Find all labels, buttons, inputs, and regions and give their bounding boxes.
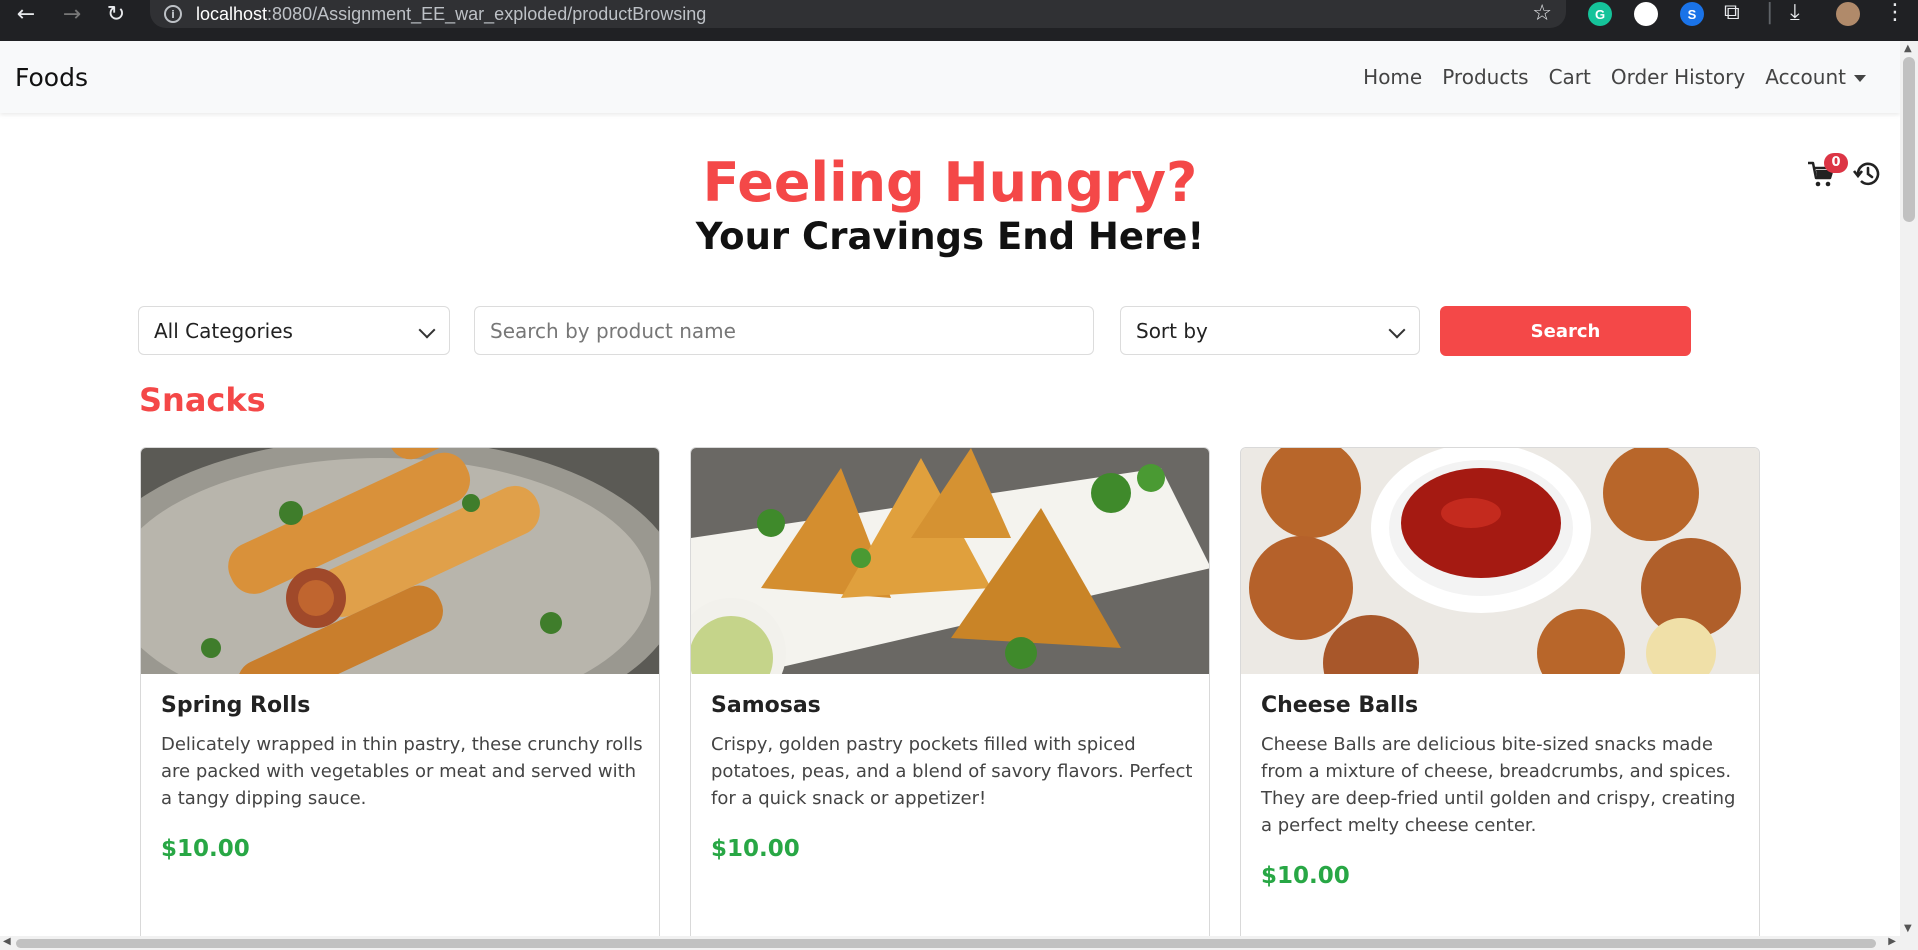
nav-link-cart[interactable]: Cart [1549,65,1591,89]
product-description: Cheese Balls are delicious bite-sized sn… [1261,734,1736,836]
chevron-down-icon [1388,321,1406,339]
toolbar-divider: | [1766,0,1774,25]
page-content: Foods Home Products Cart Order History A… [0,41,1900,936]
forward-icon[interactable]: → [54,0,90,28]
vertical-scrollbar[interactable]: ▲ ▼ [1900,41,1918,936]
back-icon[interactable]: ← [8,0,44,28]
avatar[interactable] [1836,2,1860,26]
sort-select-value: Sort by [1136,318,1208,343]
chevron-down-icon [418,321,436,339]
product-name: Samosas [711,693,821,718]
site-info-icon[interactable]: i [164,5,182,23]
brand-logo[interactable]: Foods [15,63,88,92]
product-description: Delicately wrapped in thin pastry, these… [161,734,643,809]
extensions-puzzle-icon[interactable]: ⧉ [1724,0,1740,25]
nav-links: Home Products Cart Order History Account [1363,65,1866,89]
search-placeholder: Search by product name [490,318,736,343]
reload-icon[interactable]: ↻ [98,0,134,28]
download-icon[interactable]: ⤓ [1790,0,1800,25]
account-label: Account [1765,65,1846,89]
horizontal-scroll-thumb[interactable] [16,939,1876,948]
sort-select[interactable]: Sort by [1120,306,1420,355]
product-card[interactable]: Samosas Crispy, golden pastry pockets fi… [690,447,1210,936]
product-image [141,448,659,674]
vertical-scroll-thumb[interactable] [1903,57,1915,222]
product-price: $10.00 [161,836,250,862]
search-button[interactable]: Search [1440,306,1691,356]
horizontal-scrollbar[interactable]: ◀ ▶ [0,936,1918,950]
more-menu-icon[interactable]: ⋮ [1884,0,1906,25]
browser-toolbar: ← → ↻ i localhost:8080/Assignment_EE_war… [0,0,1918,41]
search-input[interactable]: Search by product name [474,306,1094,355]
category-heading: Snacks [139,381,266,419]
bookmark-star-icon[interactable]: ☆ [1532,1,1552,26]
caret-down-icon [1854,75,1866,82]
product-price: $10.00 [1261,863,1350,889]
account-dropdown[interactable]: Account [1765,65,1866,89]
scroll-left-icon[interactable]: ◀ [3,936,11,947]
grammarly-extension-icon[interactable]: G [1588,2,1612,26]
profile-extension-icon[interactable] [1634,2,1658,26]
shazam-extension-icon[interactable]: S [1680,2,1704,26]
product-name: Cheese Balls [1261,693,1419,718]
hero-subtitle: Your Cravings End Here! [695,215,1205,258]
nav-link-products[interactable]: Products [1442,65,1528,89]
scroll-up-icon[interactable]: ▲ [1904,43,1912,54]
category-select-value: All Categories [154,318,293,343]
scroll-right-icon[interactable]: ▶ [1888,936,1896,947]
product-image [691,448,1209,674]
scroll-down-icon[interactable]: ▼ [1904,923,1912,934]
nav-link-home[interactable]: Home [1363,65,1422,89]
product-image [1241,448,1759,674]
address-bar[interactable]: i localhost:8080/Assignment_EE_war_explo… [150,0,1566,28]
category-select[interactable]: All Categories [138,306,450,355]
product-description: Crispy, golden pastry pockets filled wit… [711,734,1193,809]
product-card[interactable]: Cheese Balls Cheese Balls are delicious … [1240,447,1760,936]
product-name: Spring Rolls [161,693,311,718]
nav-link-order-history[interactable]: Order History [1611,65,1745,89]
hero-title: Feeling Hungry? [702,151,1198,214]
product-card[interactable]: Spring Rolls Delicately wrapped in thin … [140,447,660,936]
site-navbar: Foods Home Products Cart Order History A… [0,41,1900,113]
product-price: $10.00 [711,836,800,862]
url-text: localhost:8080/Assignment_EE_war_explode… [196,3,707,24]
